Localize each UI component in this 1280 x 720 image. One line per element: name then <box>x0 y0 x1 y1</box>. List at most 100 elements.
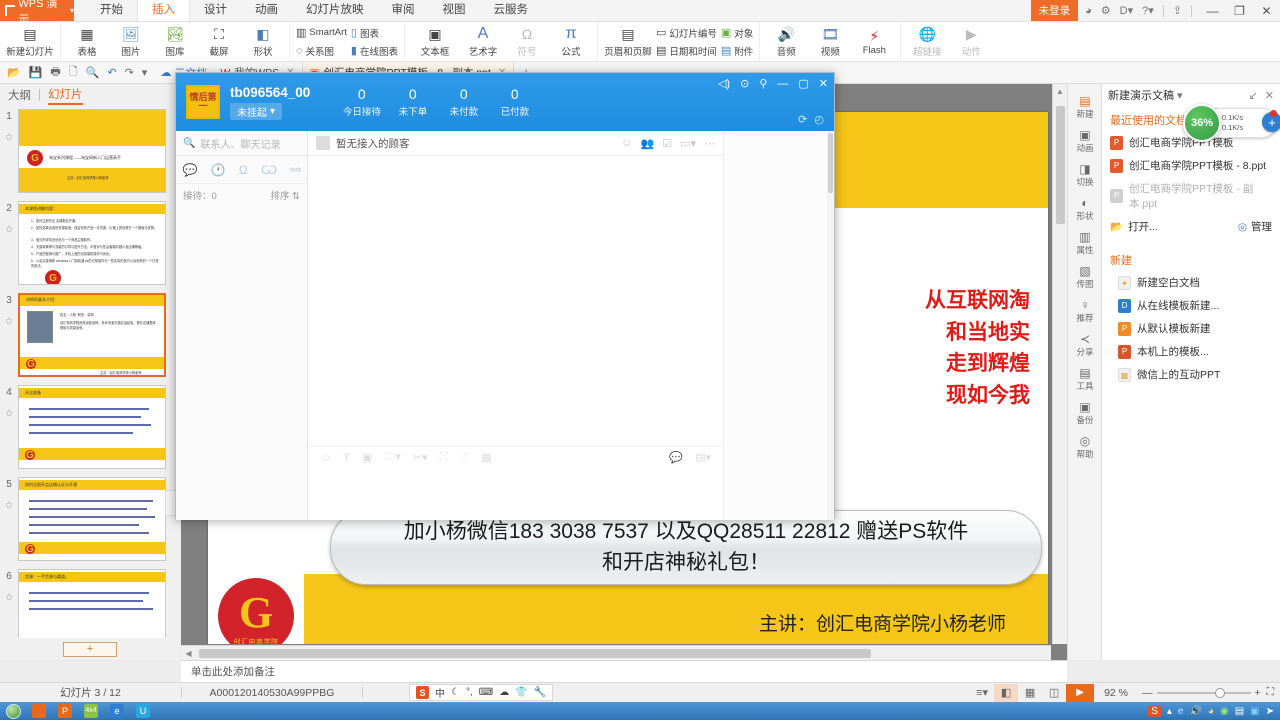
add-member-icon[interactable]: 👥 <box>641 137 655 150</box>
ime-tools-icon[interactable]: 🔧 <box>534 687 546 698</box>
close-icon[interactable]: ✕ <box>1265 89 1274 102</box>
sorter-view-button[interactable]: ▦ <box>1018 684 1042 702</box>
ime-cloud-icon[interactable]: ☁ <box>499 687 509 698</box>
ribbon-picture[interactable]: 🖼 图片 <box>109 22 153 62</box>
record-icon[interactable]: ▤▾ <box>695 451 711 464</box>
save-icon[interactable]: 💾 <box>29 66 43 79</box>
table-icon[interactable]: ▦ <box>481 451 491 464</box>
new-blank-doc-item[interactable]: ✦ 新建空白文档 <box>1102 271 1280 294</box>
play-slideshow-button[interactable]: ▶ <box>1066 683 1095 702</box>
ribbon-audio[interactable]: 🔊 音频 <box>764 22 808 62</box>
recent-file-item[interactable]: P 创汇电商学院PPT模板 - 副本.ppt <box>1102 177 1280 215</box>
menu-tab-slideshow[interactable]: 幻灯片放映 <box>292 0 378 21</box>
quick-reply-icon[interactable]: 💬 <box>669 451 683 464</box>
maximize-button[interactable]: ▢ <box>798 77 808 90</box>
ribbon-shape[interactable]: ◧ 形状 <box>241 22 285 62</box>
vtool-upload-image[interactable]: ▧ 传图 <box>1068 260 1102 294</box>
vtool-animation[interactable]: ▣ 动画 <box>1068 124 1102 158</box>
ribbon-new-slide[interactable]: ▤ 新建幻灯片 <box>4 22 56 62</box>
vtool-properties[interactable]: ▥ 属性 <box>1068 226 1102 260</box>
print-icon[interactable]: 🖶 <box>50 63 60 82</box>
qianniu-icon[interactable]: ▣ <box>1250 706 1259 717</box>
refresh-icon[interactable]: ⟳ <box>798 113 807 126</box>
help-icon[interactable]: ?▾ <box>1142 4 1154 17</box>
scissors-icon[interactable]: ✂▾ <box>413 451 428 464</box>
ime-mode[interactable]: 中 <box>435 685 445 700</box>
ribbon-video[interactable]: 🎞 视频 <box>808 22 852 62</box>
taskbar-app-wps-writer[interactable] <box>26 702 52 720</box>
menu-tab-review[interactable]: 审阅 <box>378 0 429 21</box>
horizontal-scrollbar[interactable]: ◀ <box>181 645 1051 660</box>
history-icon[interactable]: ◴ <box>814 113 824 126</box>
image-icon[interactable]: ▣ <box>362 451 372 464</box>
add-slide-button[interactable]: + <box>63 641 117 657</box>
search-input[interactable]: 联系人、聊天记录 <box>200 136 280 151</box>
close-button[interactable]: ✕ <box>1253 0 1280 22</box>
manage-button[interactable]: ◎ 管理 <box>1238 219 1272 234</box>
minimize-button[interactable]: — <box>1199 0 1226 22</box>
font-icon[interactable]: T <box>343 452 350 464</box>
slide-red-text[interactable]: 从互联网淘 和当地实 走到辉煌 现如今我 <box>925 284 1030 410</box>
new-wechat-ppt-item[interactable]: ▩ 微信上的互动PPT <box>1102 363 1280 386</box>
stat-no-order[interactable]: 0 未下单 <box>387 86 438 118</box>
feedback-icon[interactable]: D▾ <box>1120 4 1133 17</box>
open-button[interactable]: 📂 打开... <box>1110 219 1238 234</box>
ime-keyboard-icon[interactable]: ⌨ <box>479 687 493 698</box>
redo-icon[interactable]: ↷ <box>125 66 134 79</box>
ribbon-hyperlink[interactable]: 🌐 超链接 <box>905 22 949 62</box>
ime-skin-icon[interactable]: 👕 <box>515 687 527 698</box>
more-icon[interactable]: ⋯ <box>704 137 715 150</box>
vtool-help[interactable]: ◎ 帮助 <box>1068 430 1102 464</box>
contact-callout[interactable]: 加小杨微信183 3038 7537 以及QQ28511 22812 赠送PS软… <box>330 510 1042 585</box>
ribbon-header-footer[interactable]: ▤ 页眉和页脚 <box>602 22 654 62</box>
maximize-button[interactable]: ❐ <box>1226 0 1253 22</box>
close-button[interactable]: ✕ <box>819 77 828 90</box>
vtool-shape[interactable]: ◐ 形状 <box>1068 192 1102 226</box>
chevron-down-icon[interactable]: ▾ <box>1177 89 1183 102</box>
ribbon-gallery[interactable]: 🏞 图库 <box>153 22 197 62</box>
slide-thumbnail[interactable]: 本课程讲解内容： 1、如何注册开店 店铺报名开通。 2、如何选择合适的货源渠道，… <box>18 201 166 285</box>
folder-icon[interactable]: 📂 <box>7 66 21 79</box>
list-item[interactable]: 5 ✩ 如何注册开店店铺认证与开通 <box>0 474 180 566</box>
search-icon[interactable]: 🔍 <box>86 66 100 79</box>
qq-icon[interactable]: ◕ <box>1208 706 1214 717</box>
new-online-template-item[interactable]: D 从在线模板新建... <box>1102 294 1280 317</box>
chevron-up-icon[interactable]: ▴ <box>1167 706 1172 717</box>
folder-icon[interactable]: 🗀▾ <box>384 448 401 467</box>
menu-tab-cloud[interactable]: 云服务 <box>480 0 543 21</box>
vertical-scrollbar[interactable]: ▲ <box>1052 84 1067 644</box>
menu-tab-insert[interactable]: 插入 <box>137 0 190 21</box>
network-icon[interactable]: ▤ <box>1235 706 1244 717</box>
list-item[interactable]: 3 ✩ 讲师的基本介绍： 姓名：小杨 职务：讲师 创汇电商学院资深运营讲师，多年… <box>0 290 180 382</box>
ribbon-smartart[interactable]: ▥ SmartArt <box>296 24 347 41</box>
vtool-transition[interactable]: ◨ 切换 <box>1068 158 1102 192</box>
taskbar-app-wps-presentation[interactable]: P <box>52 702 78 720</box>
slide-thumbnail[interactable]: 货源：一手货源与渠道。 <box>18 569 166 638</box>
360-icon[interactable]: ◉ <box>1220 706 1229 717</box>
tab-outline[interactable]: 大纲 <box>8 87 31 103</box>
tab-recent[interactable]: 🕐 <box>211 163 226 177</box>
sogou-ime[interactable]: S 中 ☾ °, ⌨ ☁ 👕 🔧 <box>409 684 554 701</box>
message-area[interactable] <box>308 156 723 446</box>
fit-to-window-button[interactable]: ⛶ <box>1265 683 1280 703</box>
normal-view-button[interactable]: ◧ <box>994 683 1019 702</box>
tab-slides[interactable]: 幻灯片 <box>48 86 83 105</box>
status-badge[interactable]: 未挂起 ▾ <box>230 102 283 120</box>
list-view-icon[interactable]: ≡▾ <box>970 684 994 702</box>
menu-tab-animation[interactable]: 动画 <box>241 0 292 21</box>
restore-pane-icon[interactable]: ⇪ <box>1173 4 1182 17</box>
wps-logo[interactable]: WPS 演示 ▾ <box>0 0 74 26</box>
chat-scrollbar[interactable] <box>827 131 834 520</box>
menu-tab-start[interactable]: 开始 <box>86 0 137 21</box>
video-icon[interactable]: ▭▾ <box>680 137 696 150</box>
minimize-button[interactable]: — <box>777 78 788 90</box>
search-row[interactable]: 🔍 联系人、聊天记录 <box>176 131 307 156</box>
ribbon-formula[interactable]: π 公式 <box>549 22 593 62</box>
ribbon-attachment[interactable]: ▤ 附件 <box>721 42 753 59</box>
tab-chat[interactable]: 💬 <box>183 163 198 177</box>
ribbon-online-chart[interactable]: ▮ 在线图表 <box>351 42 398 59</box>
heart-icon[interactable]: ♡ <box>459 451 469 464</box>
taskbar-app-uc[interactable]: U <box>130 702 156 720</box>
chevron-down-icon[interactable]: ▾ <box>70 6 74 15</box>
emoji-icon[interactable]: ☺ <box>621 137 632 150</box>
